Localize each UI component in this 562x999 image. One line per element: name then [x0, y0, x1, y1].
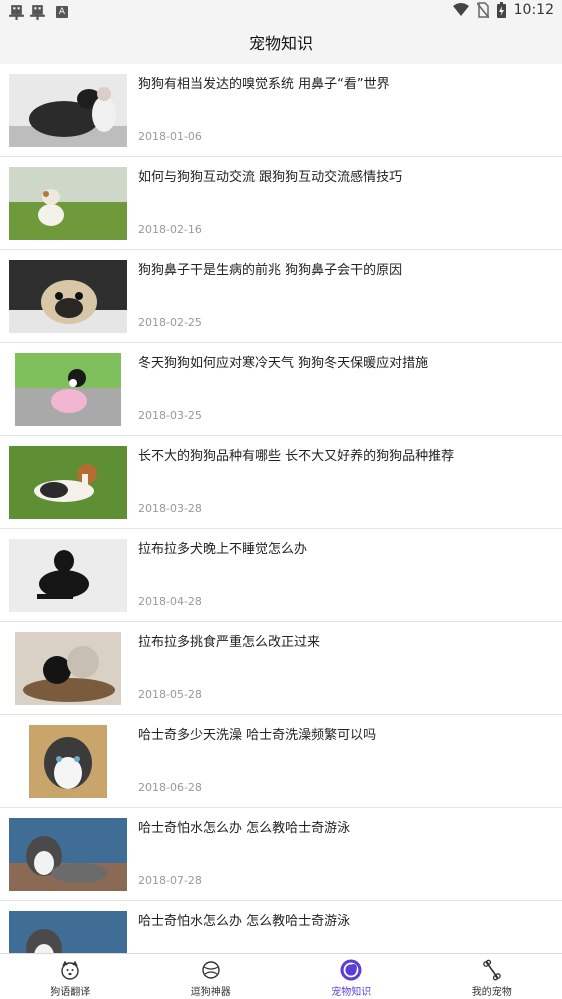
list-item[interactable]: 拉布拉多犬晚上不睡觉怎么办 2018-04-28 [0, 529, 562, 622]
no-sim-icon [476, 2, 489, 18]
black-labrador-photo [9, 539, 127, 612]
status-left-icons: A [8, 3, 68, 20]
list-item[interactable]: 长不大的狗狗品种有哪些 长不大又好养的狗狗品种推荐 2018-03-28 [0, 436, 562, 529]
article-title: 哈士奇怕水怎么办 怎么教哈士奇游泳 [138, 821, 351, 836]
list-item[interactable]: 哈士奇怕水怎么办 怎么教哈士奇游泳 [0, 901, 562, 953]
tab-dog-translate[interactable]: 狗语翻译 [0, 954, 141, 999]
pug-lying-photo [9, 260, 127, 333]
tab-label: 我的宠物 [471, 987, 512, 998]
article-date: 2018-01-06 [138, 130, 202, 143]
article-title: 狗狗有相当发达的嗅觉系统 用鼻子“看”世界 [138, 77, 390, 92]
status-bar: A 10:12 [0, 0, 562, 24]
bug-icon [30, 5, 45, 20]
status-right-icons: 10:12 [452, 2, 554, 18]
wifi-icon [452, 3, 469, 16]
battery-icon [496, 2, 506, 18]
article-title: 哈士奇多少天洗澡 哈士奇洗澡频繁可以吗 [138, 728, 377, 743]
tab-label: 宠物知识 [331, 987, 372, 998]
list-item[interactable]: 狗狗有相当发达的嗅觉系统 用鼻子“看”世界 2018-01-06 [0, 64, 562, 157]
tab-pet-knowledge[interactable]: 宠物知识 [281, 954, 422, 999]
list-item[interactable]: 哈士奇多少天洗澡 哈士奇洗澡频繁可以吗 2018-06-28 [0, 715, 562, 808]
article-title: 长不大的狗狗品种有哪些 长不大又好养的狗狗品种推荐 [138, 449, 455, 464]
husky-lying-photo [9, 818, 127, 891]
article-date: 2018-03-25 [138, 409, 202, 422]
beagle-on-grass-photo [9, 446, 127, 519]
article-title: 拉布拉多挑食严重怎么改正过来 [138, 635, 321, 650]
list-item[interactable]: 狗狗鼻子干是生病的前兆 狗狗鼻子会干的原因 2018-02-25 [0, 250, 562, 343]
ball-icon [202, 961, 220, 979]
article-date: 2018-02-16 [138, 223, 202, 236]
app-bar: 宠物知识 [0, 24, 562, 64]
article-title: 哈士奇怕水怎么办 怎么教哈士奇游泳 [138, 914, 351, 929]
article-title: 拉布拉多犬晚上不睡觉怎么办 [138, 542, 308, 557]
knowledge-icon [340, 959, 362, 981]
a-notification-icon: A [56, 5, 68, 18]
husky-face-photo [9, 725, 127, 798]
dog-hugging-child-photo [9, 74, 127, 147]
article-date: 2018-02-25 [138, 316, 202, 329]
list-item[interactable]: 拉布拉多挑食严重怎么改正过来 2018-05-28 [0, 622, 562, 715]
bottom-nav: 狗语翻译 逗狗神器 宠物知识 我的宠物 [0, 953, 562, 999]
list-item[interactable]: 如何与狗狗互动交流 跟狗狗互动交流感情技巧 2018-02-16 [0, 157, 562, 250]
terrier-on-grass-photo [9, 167, 127, 240]
article-date: 2018-03-28 [138, 502, 202, 515]
tab-label: 狗语翻译 [50, 987, 91, 998]
tab-label: 逗狗神器 [190, 987, 231, 998]
article-title: 狗狗鼻子干是生病的前兆 狗狗鼻子会干的原因 [138, 263, 403, 278]
bug-icon [9, 5, 24, 20]
article-title: 冬天狗狗如何应对寒冷天气 狗狗冬天保暖应对措施 [138, 356, 429, 371]
husky-lying-photo [9, 911, 127, 953]
article-date: 2018-06-28 [138, 781, 202, 794]
page-title: 宠物知识 [248, 34, 313, 53]
bone-icon [482, 959, 501, 981]
list-item[interactable]: 哈士奇怕水怎么办 怎么教哈士奇游泳 2018-07-28 [0, 808, 562, 901]
article-title: 如何与狗狗互动交流 跟狗狗互动交流感情技巧 [138, 170, 403, 185]
article-date: 2018-07-28 [138, 874, 202, 887]
article-date: 2018-04-28 [138, 595, 202, 608]
dog-face-icon [61, 960, 79, 980]
dog-in-pink-sweater-photo [9, 353, 127, 426]
article-list[interactable]: 狗狗有相当发达的嗅觉系统 用鼻子“看”世界 2018-01-06 如何与狗狗互动… [0, 64, 562, 953]
poodles-in-basket-photo [9, 632, 127, 705]
status-time: 10:12 [513, 2, 554, 18]
article-date: 2018-05-28 [138, 688, 202, 701]
tab-dog-toy[interactable]: 逗狗神器 [141, 954, 282, 999]
list-item[interactable]: 冬天狗狗如何应对寒冷天气 狗狗冬天保暖应对措施 2018-03-25 [0, 343, 562, 436]
tab-my-pet[interactable]: 我的宠物 [422, 954, 562, 999]
